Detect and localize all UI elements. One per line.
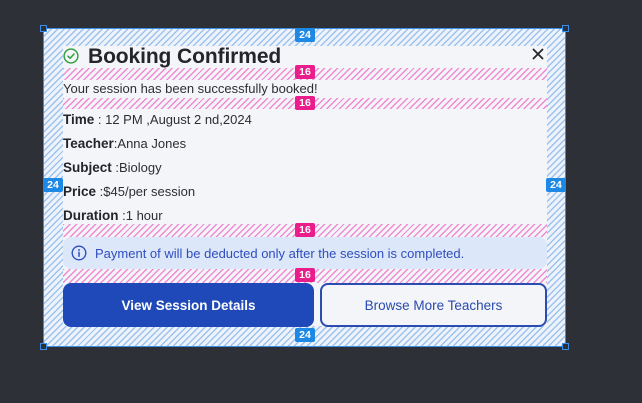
check-circle-icon bbox=[63, 48, 79, 64]
detail-label: Price bbox=[63, 184, 97, 199]
payment-notice: Payment of will be deducted only after t… bbox=[63, 237, 547, 269]
view-session-details-button[interactable]: View Session Details bbox=[63, 283, 314, 327]
info-icon bbox=[71, 245, 87, 261]
detail-label: Teacher bbox=[63, 136, 114, 151]
success-message: Your session has been successfully booke… bbox=[63, 81, 318, 96]
detail-label: Duration bbox=[63, 208, 119, 223]
detail-price: Price :$45/per session bbox=[63, 184, 195, 199]
gap-badge: 16 bbox=[295, 223, 315, 237]
detail-value: Biology bbox=[119, 160, 162, 175]
notice-text: Payment of will be deducted only after t… bbox=[95, 246, 465, 261]
gap-badge: 16 bbox=[295, 65, 315, 79]
padding-bottom-badge: 24 bbox=[295, 328, 315, 342]
detail-separator: : bbox=[94, 112, 106, 127]
gap-badge: 16 bbox=[295, 268, 315, 282]
gap-badge: 16 bbox=[295, 96, 315, 110]
frame-handle-bottom-right bbox=[562, 343, 569, 350]
detail-subject: Subject :Biology bbox=[63, 160, 162, 175]
close-icon[interactable] bbox=[532, 48, 544, 60]
frame-handle-bottom-left bbox=[40, 343, 47, 350]
detail-teacher: Teacher:Anna Jones bbox=[63, 136, 186, 151]
detail-label: Time bbox=[63, 112, 95, 127]
detail-value: Anna Jones bbox=[117, 136, 187, 151]
detail-value: $45/per session bbox=[103, 184, 196, 199]
frame-handle-top-left bbox=[40, 25, 47, 32]
detail-value: 12 PM ,August 2 nd,2024 bbox=[105, 112, 252, 127]
detail-separator: : bbox=[111, 160, 119, 175]
padding-right-badge: 24 bbox=[546, 178, 566, 192]
detail-separator: : bbox=[118, 208, 126, 223]
detail-duration: Duration :1 hour bbox=[63, 208, 163, 223]
browse-more-teachers-button[interactable]: Browse More Teachers bbox=[320, 283, 547, 327]
frame-handle-top-right bbox=[562, 25, 569, 32]
detail-label: Subject bbox=[63, 160, 112, 175]
detail-value: 1 hour bbox=[125, 208, 163, 223]
padding-top-badge: 24 bbox=[295, 28, 315, 42]
padding-left-badge: 24 bbox=[43, 178, 63, 192]
detail-time: Time : 12 PM ,August 2 nd,2024 bbox=[63, 112, 252, 127]
dialog-title: Booking Confirmed bbox=[88, 45, 282, 68]
